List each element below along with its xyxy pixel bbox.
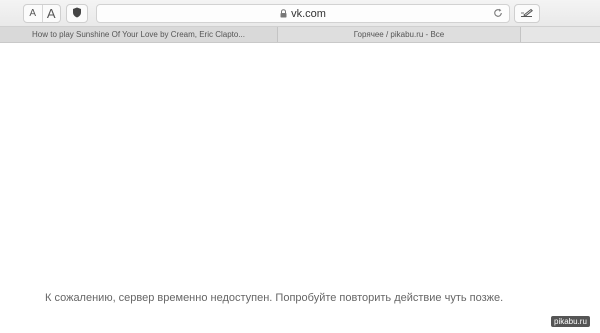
address-bar[interactable]: vk.com bbox=[96, 4, 510, 23]
font-size-controls: A A bbox=[23, 4, 61, 23]
url-text: vk.com bbox=[291, 7, 326, 20]
browser-toolbar: A A vk.com bbox=[0, 0, 600, 27]
tab-sunshine-of-your-love[interactable]: How to play Sunshine Of Your Love by Cre… bbox=[0, 27, 278, 42]
error-message: К сожалению, сервер временно недоступен.… bbox=[45, 292, 504, 304]
watermark: pikabu.ru bbox=[551, 316, 590, 327]
lock-icon bbox=[280, 5, 287, 23]
reload-icon[interactable] bbox=[491, 6, 505, 20]
shield-icon bbox=[72, 5, 82, 23]
reader-icon bbox=[520, 5, 534, 23]
reader-button[interactable] bbox=[514, 4, 540, 23]
tab-bar-empty-area bbox=[521, 27, 600, 42]
tab-bar: How to play Sunshine Of Your Love by Cre… bbox=[0, 27, 600, 43]
decrease-font-button[interactable]: A bbox=[24, 5, 42, 22]
tab-pikabu-hot[interactable]: Горячее / pikabu.ru - Все bbox=[278, 27, 521, 42]
privacy-button[interactable] bbox=[66, 4, 88, 23]
increase-font-button[interactable]: A bbox=[41, 5, 61, 22]
